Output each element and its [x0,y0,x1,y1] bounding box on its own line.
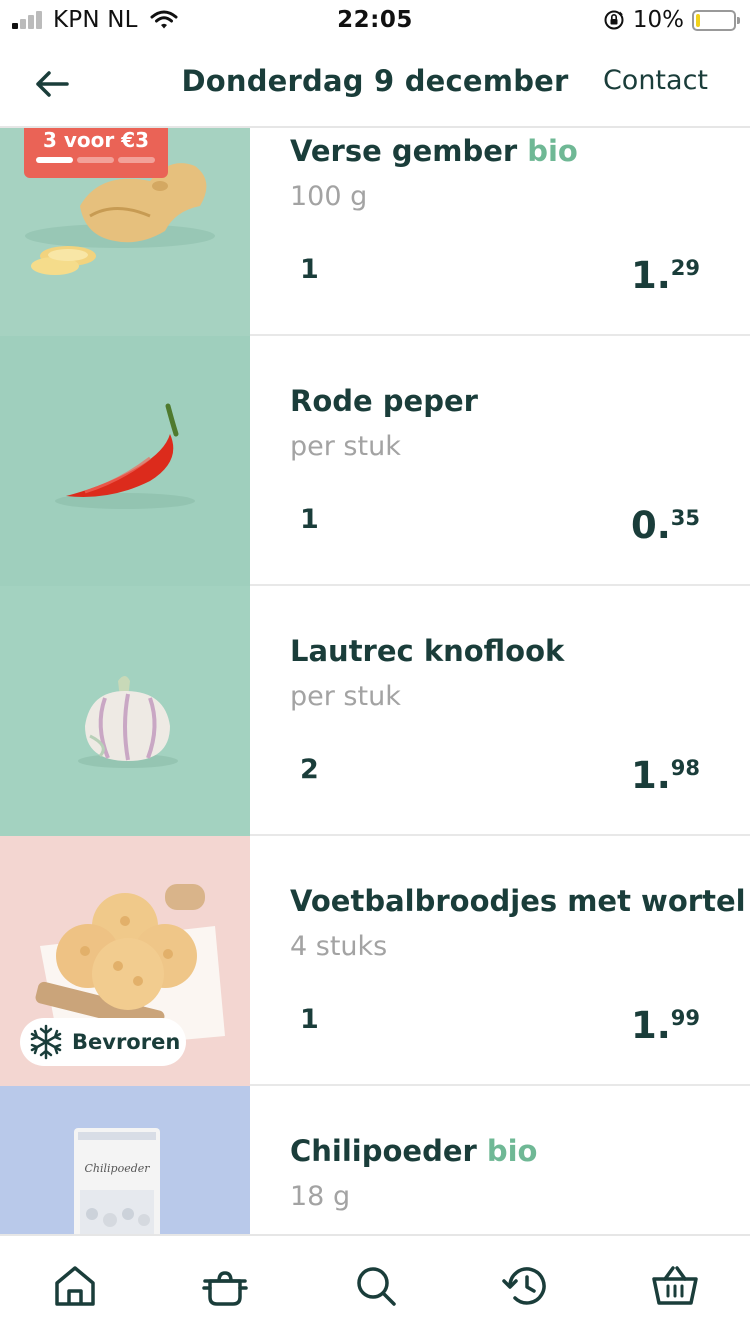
search-icon [357,1267,396,1306]
price-cents: 99 [670,1006,700,1030]
frozen-badge: Bevroren [20,1018,186,1066]
orientation-lock-icon [604,10,624,30]
product-row[interactable]: Lautrec knoflook per stuk 2 1. 98 [0,586,750,836]
contact-link[interactable]: Contact [603,65,708,96]
nav-basket[interactable] [651,1262,699,1310]
product-name[interactable]: Rode peper [290,384,478,418]
price: 1. 29 [630,254,700,297]
product-image[interactable] [0,336,250,586]
promo-progress-segment [77,157,114,163]
nav-search[interactable] [352,1262,400,1310]
quantity[interactable]: 2 [300,754,319,785]
recipes-pot-icon [202,1271,248,1306]
bio-tag: bio [486,1134,538,1168]
battery-percent: 10% [632,7,684,33]
price-euros: 0 [630,504,657,547]
quantity[interactable]: 1 [300,504,319,535]
product-image[interactable]: Chilipoeder [0,1086,250,1234]
nav-recipes[interactable] [201,1262,249,1310]
product-list[interactable]: 3 voor €3 Verse gember bio 100 g 1 1. 29 R… [0,128,750,1234]
product-name[interactable]: Voetbalbroodjes met wortel [290,884,746,918]
chili-powder-package-image [74,1128,160,1234]
garlic-image [78,676,178,768]
order-history-icon [502,1267,546,1305]
home-icon [55,1266,95,1306]
product-image[interactable]: Bevroren [0,836,250,1086]
product-row[interactable]: Chilipoeder Chilipoeder bio 18 g [0,1086,750,1234]
basket-icon [652,1266,698,1305]
snowflake-icon [30,1024,62,1060]
product-unit: per stuk [290,431,401,462]
promo-progress [36,157,159,163]
frozen-label: Bevroren [72,1030,181,1054]
bio-tag: bio [527,134,578,168]
promo-label: 3 voor €3 [42,128,150,152]
package-label: Chilipoeder [84,1162,150,1175]
product-image[interactable] [0,586,250,836]
chili-pepper-image [55,403,195,509]
product-name[interactable]: Lautrec knoflook [290,634,564,668]
product-unit: 100 g [290,181,368,212]
product-name-text: Chilipoeder [290,1134,477,1168]
status-right: 10% [603,7,740,33]
promo-progress-segment [36,157,73,163]
promo-badge[interactable]: 3 voor €3 [24,128,168,178]
nav-order-history[interactable] [502,1262,550,1310]
product-unit: 4 stuks [290,931,388,962]
price-euros: 1 [630,1004,657,1047]
price: 0. 35 [630,504,700,547]
price-euros: 1 [630,254,657,297]
price: 1. 99 [630,1004,700,1047]
product-row[interactable]: 3 voor €3 Verse gember bio 100 g 1 1. 29 [0,128,750,336]
product-row[interactable]: Rode peper per stuk 1 0. 35 [0,336,750,586]
bottom-nav [0,1234,750,1334]
product-image[interactable]: 3 voor €3 [0,128,250,336]
status-bar: KPN NL 22:05 10% [0,0,750,40]
price-cents: 29 [670,256,700,280]
promo-progress-segment [118,157,155,163]
product-name[interactable]: Chilipoeder bio [290,1134,537,1168]
product-unit: per stuk [290,681,401,712]
product-name-text: Verse gember [290,134,518,168]
battery-icon [692,9,740,31]
price-euros: 1 [630,754,657,797]
product-unit: 18 g [290,1181,351,1212]
product-name[interactable]: Verse gember bio [290,134,578,168]
quantity[interactable]: 1 [300,254,319,285]
header: Donderdag 9 december Contact [0,40,750,128]
price-cents: 98 [670,756,700,780]
battery-level [696,13,700,27]
quantity[interactable]: 1 [300,1004,319,1035]
price-cents: 35 [670,506,700,530]
price: 1. 98 [630,754,700,797]
nav-home[interactable] [51,1262,99,1310]
product-row[interactable]: Bevroren Voetbalbroodjes met wortel 4 st… [0,836,750,1086]
